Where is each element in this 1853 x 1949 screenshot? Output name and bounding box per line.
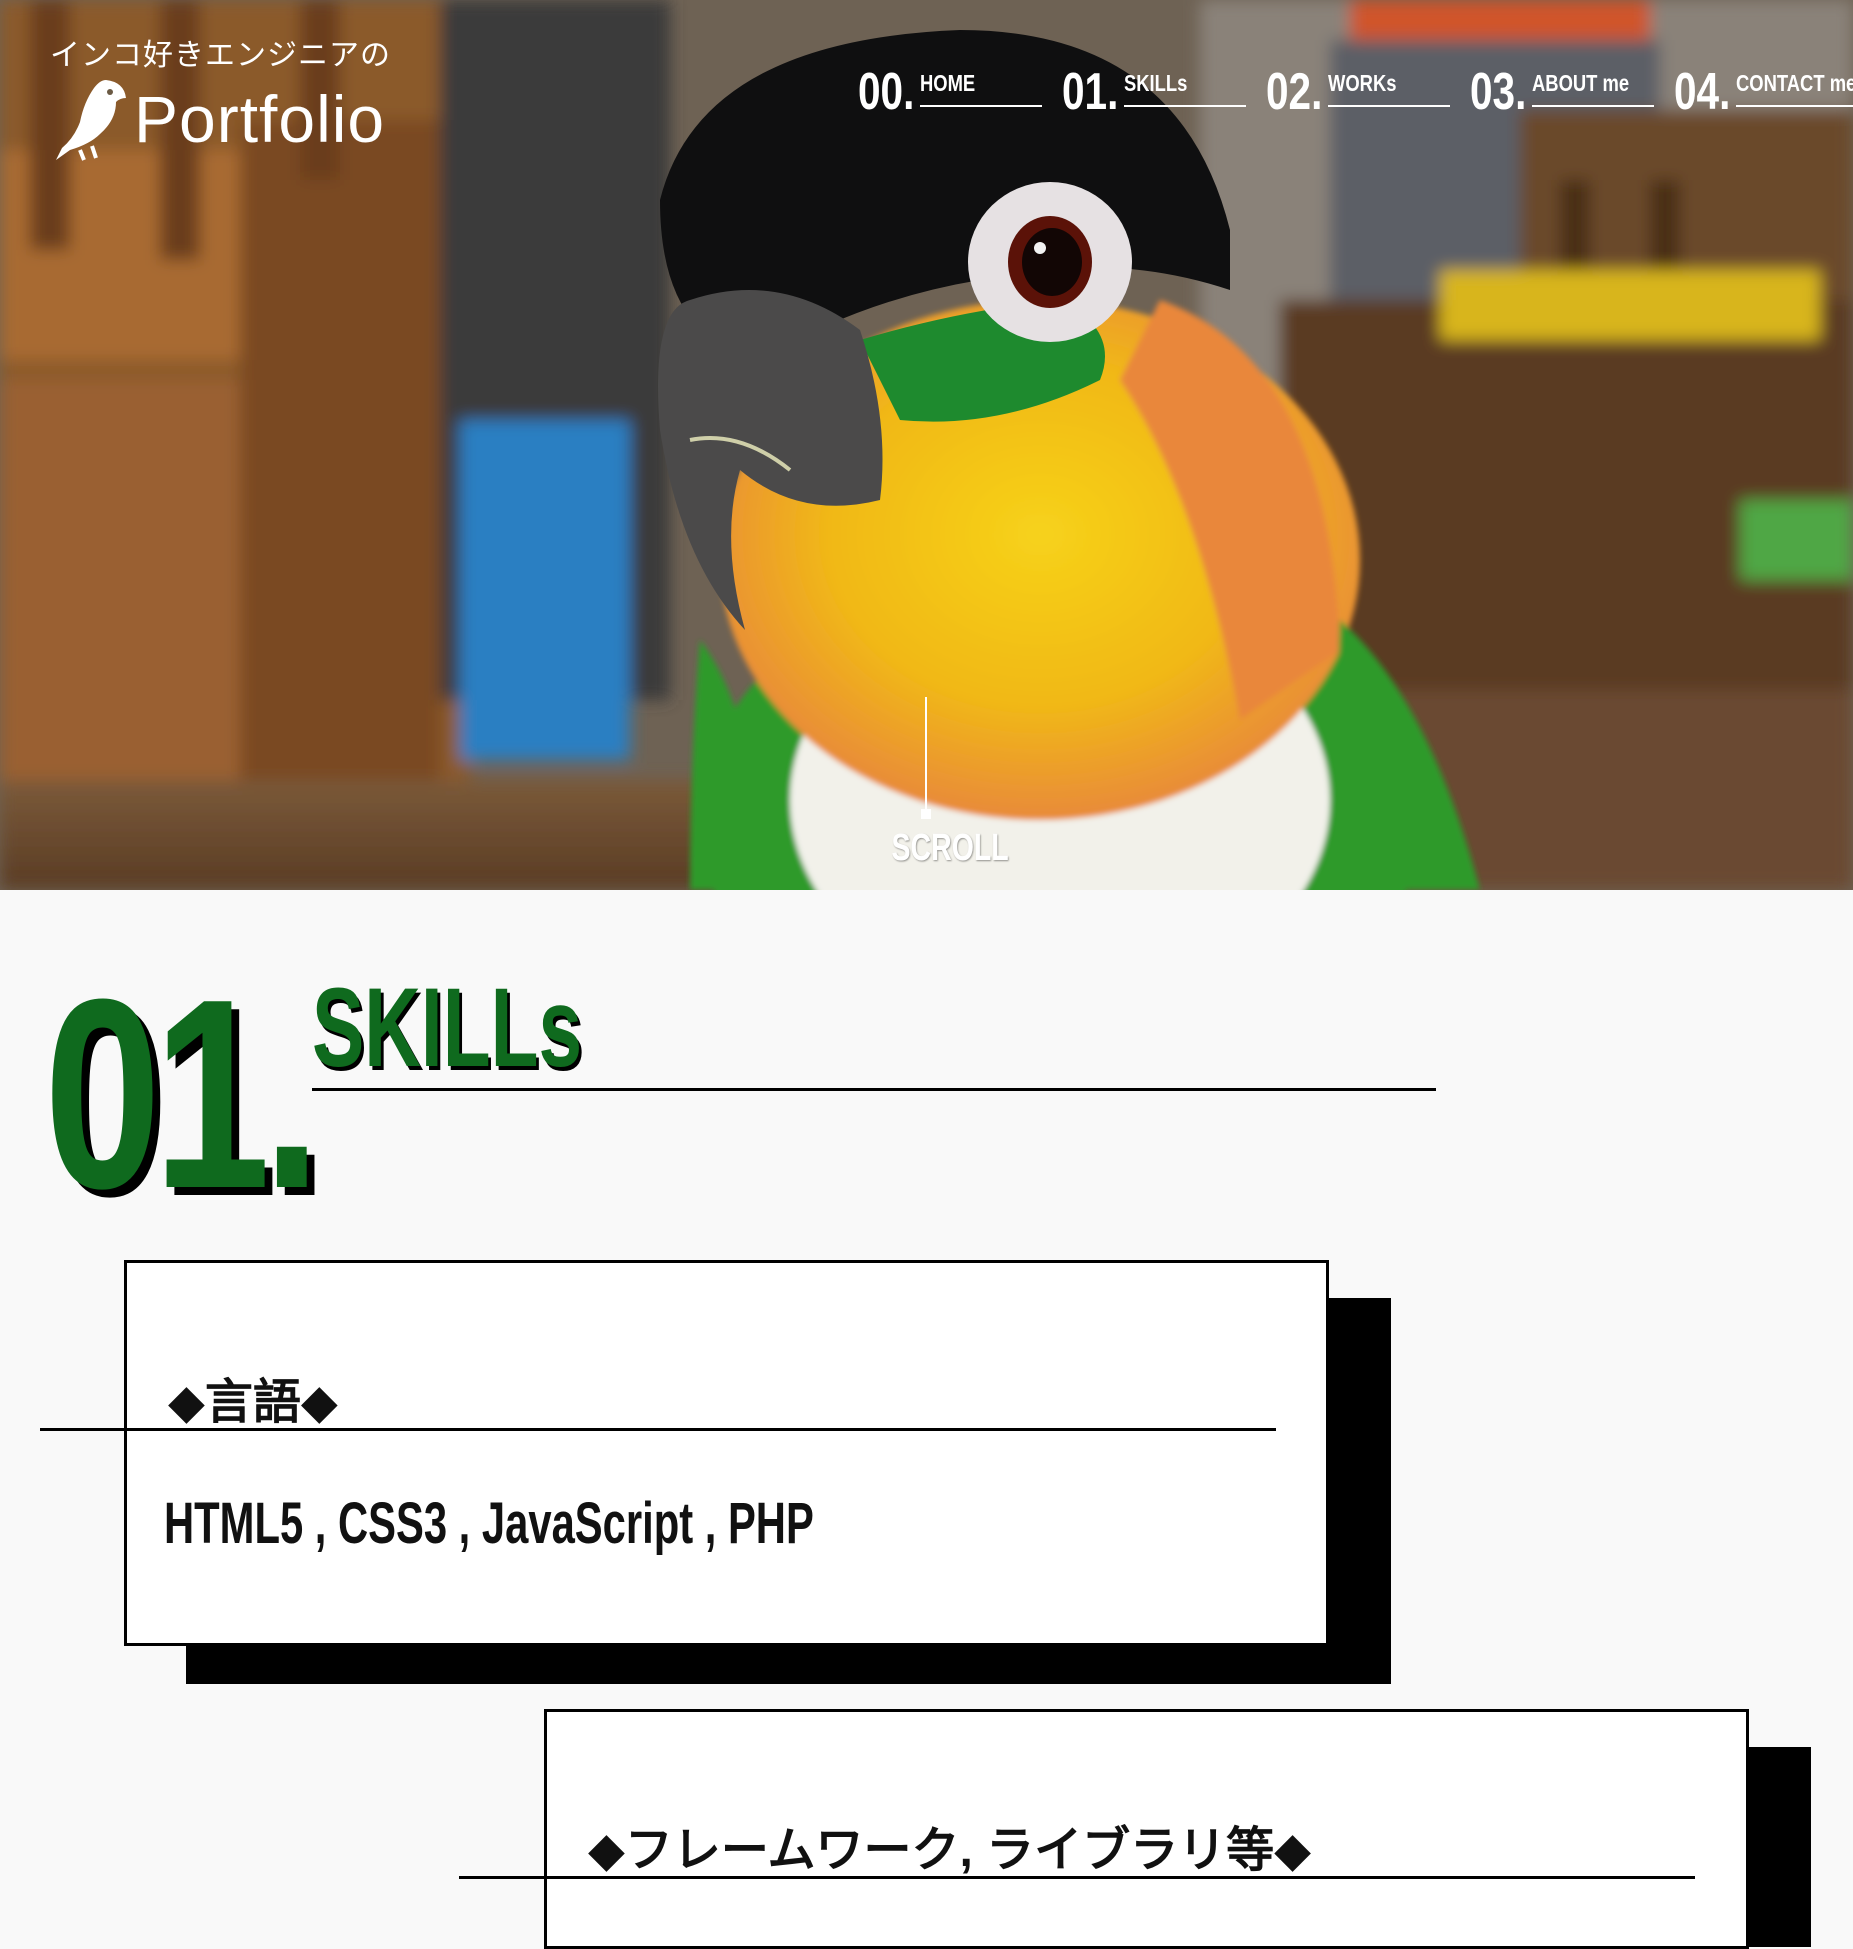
nav-num: 03.: [1470, 63, 1527, 121]
nav-label: ABOUT me: [1532, 70, 1630, 96]
nav-item-contact[interactable]: 04. CONTACT me: [1674, 66, 1853, 130]
section-title: SKILLs: [312, 965, 583, 1090]
brand-tagline: インコ好きエンジニアの: [50, 39, 391, 72]
nav-item-home[interactable]: 00. HOME: [858, 66, 1042, 130]
nav-underline: [1328, 105, 1450, 107]
nav-num: 00.: [858, 63, 915, 121]
nav-underline: [1736, 105, 1853, 107]
nav-label: WORKs: [1328, 70, 1397, 96]
scroll-indicator[interactable]: SCROLL: [872, 697, 1009, 870]
nav-item-about[interactable]: 03. ABOUT me: [1470, 66, 1654, 130]
brand-name: Portfolio: [134, 82, 386, 156]
section-title-rule: [312, 1088, 1436, 1091]
nav-label: CONTACT me: [1736, 70, 1853, 96]
main-nav: 00. HOME 01. SKILLs 02. WORKs 03. ABOUT …: [858, 66, 1853, 130]
card-body: HTML5 , CSS3 , JavaScript , PHP: [164, 1491, 814, 1556]
card-heading-rule: [459, 1876, 1695, 1879]
section-number: 01.: [44, 944, 321, 1245]
nav-label: SKILLs: [1124, 70, 1188, 96]
nav-underline: [920, 105, 1042, 107]
card-heading-rule: [40, 1428, 1276, 1431]
nav-num: 04.: [1674, 63, 1731, 121]
card-heading: ◆言語◆: [168, 1376, 338, 1429]
nav-item-skills[interactable]: 01. SKILLs: [1062, 66, 1246, 130]
nav-num: 01.: [1062, 63, 1119, 121]
nav-label: HOME: [920, 70, 976, 96]
scroll-label: SCROLL: [891, 827, 1009, 869]
parrot-logo-icon: [56, 80, 126, 161]
scroll-line: [921, 697, 931, 819]
skill-card-languages: [124, 1260, 1329, 1646]
nav-underline: [1124, 105, 1246, 107]
scroll-dot: [921, 809, 931, 819]
nav-item-works[interactable]: 02. WORKs: [1266, 66, 1450, 130]
hero-banner: インコ好きエンジニアの Portfolio 00. HOME 01. SKILL…: [0, 0, 1853, 890]
nav-underline: [1532, 105, 1654, 107]
card-heading: ◆フレームワーク, ライブラリ等◆: [588, 1824, 1312, 1877]
nav-num: 02.: [1266, 63, 1323, 121]
brand-logo[interactable]: インコ好きエンジニアの Portfolio: [50, 30, 391, 162]
